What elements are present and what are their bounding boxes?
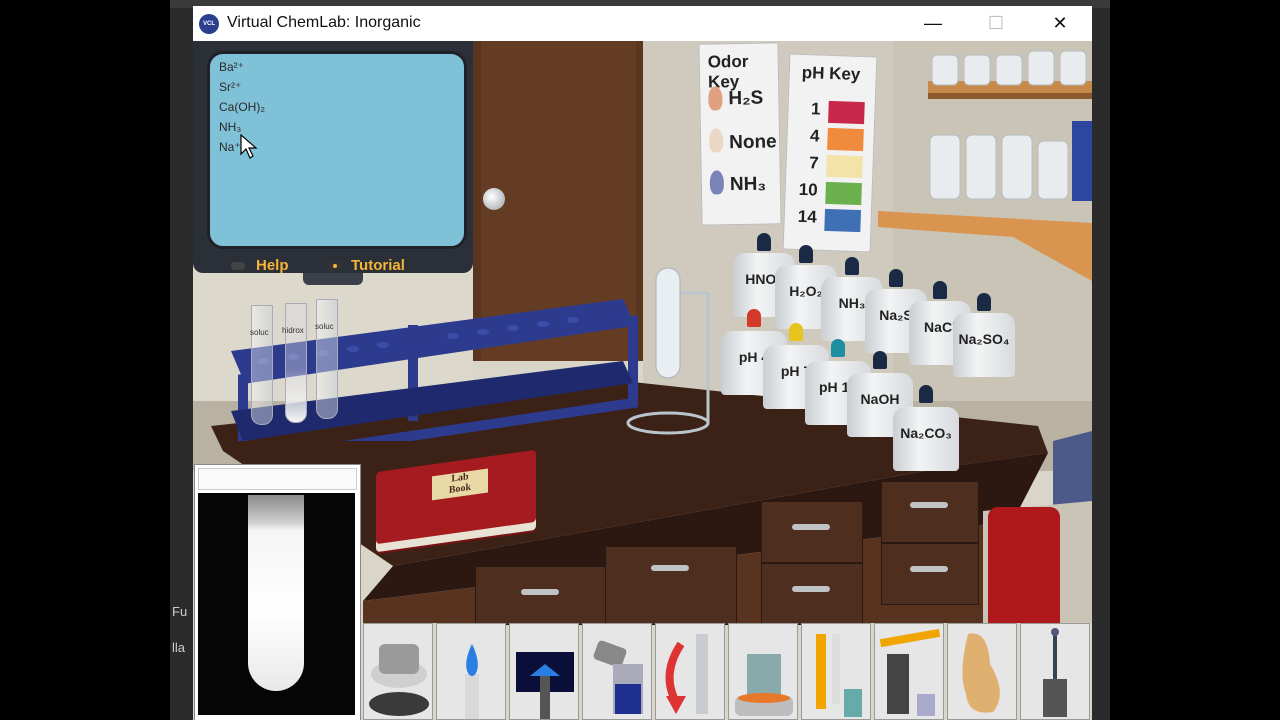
waste-container[interactable] (988, 507, 1060, 623)
litmus-tool-button[interactable] (801, 623, 871, 720)
test-tube[interactable]: soluc (250, 305, 273, 425)
test-tube-label: soluc (315, 322, 334, 331)
burner-tool-icon (465, 644, 479, 719)
test-tube[interactable]: hidrox (282, 303, 307, 423)
burner-tool-button[interactable] (436, 623, 506, 720)
reagent-label: Na₂CO₃ (900, 425, 952, 441)
minimize-button[interactable]: — (910, 6, 956, 41)
return-tool-icon (665, 634, 708, 714)
centrifuge-tool-icon (369, 644, 429, 716)
bench-drawer[interactable] (881, 543, 979, 605)
bench-drawer[interactable] (605, 546, 737, 625)
test-tube-label: hidrox (282, 326, 304, 335)
bottle-cap-icon (789, 323, 803, 341)
hotplate-tool-icon (735, 654, 793, 716)
app-logo-icon: VCL (199, 14, 219, 34)
title-bar[interactable]: VCL Virtual ChemLab: Inorganic — ☐ ✕ (193, 6, 1092, 41)
reagent-bottle[interactable]: Na₂SO₄ (953, 293, 1015, 377)
bottle-cap-icon (873, 351, 887, 369)
flame-test-tool-button[interactable] (509, 623, 579, 720)
test-tube-zoom-panel (194, 464, 361, 720)
pour-tool-button[interactable] (582, 623, 652, 720)
stir-rod-tool-icon (1043, 628, 1067, 717)
bottle-cap-icon (919, 385, 933, 403)
test-tube-stand[interactable] (618, 263, 718, 443)
bottle-cap-icon (831, 339, 845, 357)
bench-drawer[interactable] (881, 481, 979, 543)
bench-drawer[interactable] (761, 563, 863, 625)
lab-scene: Odor Key H₂S None NH₃ pH Key 1 4 7 10 14 Ba²… (193, 41, 1092, 720)
bottle-cap-icon (889, 269, 903, 287)
zoomed-test-tube (248, 495, 304, 691)
background-text: Fu (172, 604, 188, 619)
smell-tool-icon (962, 633, 1000, 713)
flame-test-tool-icon (516, 652, 574, 719)
stir-rod-tool-button[interactable] (1020, 623, 1090, 720)
litmus-tool-icon (816, 634, 862, 717)
hotplate-tool-button[interactable] (728, 623, 798, 720)
reagent-bottle[interactable]: Na₂CO₃ (893, 385, 959, 471)
test-tube[interactable]: soluc (315, 299, 338, 419)
bottle-cap-icon (977, 293, 991, 311)
zoom-panel-header (198, 468, 357, 490)
bottle-cap-icon (757, 233, 771, 251)
reagent-label: Na₂SO₄ (958, 331, 1010, 347)
return-tool-button[interactable] (655, 623, 725, 720)
pour-tool-icon (593, 640, 643, 714)
bench-drawer[interactable] (761, 501, 863, 563)
centrifuge-tool-button[interactable] (363, 623, 433, 720)
bottle-cap-icon (933, 281, 947, 299)
app-window: VCL Virtual ChemLab: Inorganic — ☐ ✕ Odo… (193, 6, 1092, 720)
bottle-cap-icon (845, 257, 859, 275)
window-title: Virtual ChemLab: Inorganic (227, 14, 421, 31)
lab-book-label: Lab Book (432, 468, 488, 501)
zoom-panel-view (198, 493, 355, 715)
bench-drawer[interactable] (475, 566, 607, 625)
smell-tool-button[interactable] (947, 623, 1017, 720)
bottle-cap-icon (747, 309, 761, 327)
ph-paper-tool-icon (879, 628, 941, 716)
bottle-cap-icon (799, 245, 813, 263)
test-tube-label: soluc (250, 328, 269, 337)
close-button[interactable]: ✕ (1037, 6, 1083, 41)
background-text: lla (172, 640, 186, 655)
desktop-background-right (1092, 0, 1110, 720)
ph-paper-tool-button[interactable] (874, 623, 944, 720)
maximize-button[interactable]: ☐ (973, 6, 1019, 41)
